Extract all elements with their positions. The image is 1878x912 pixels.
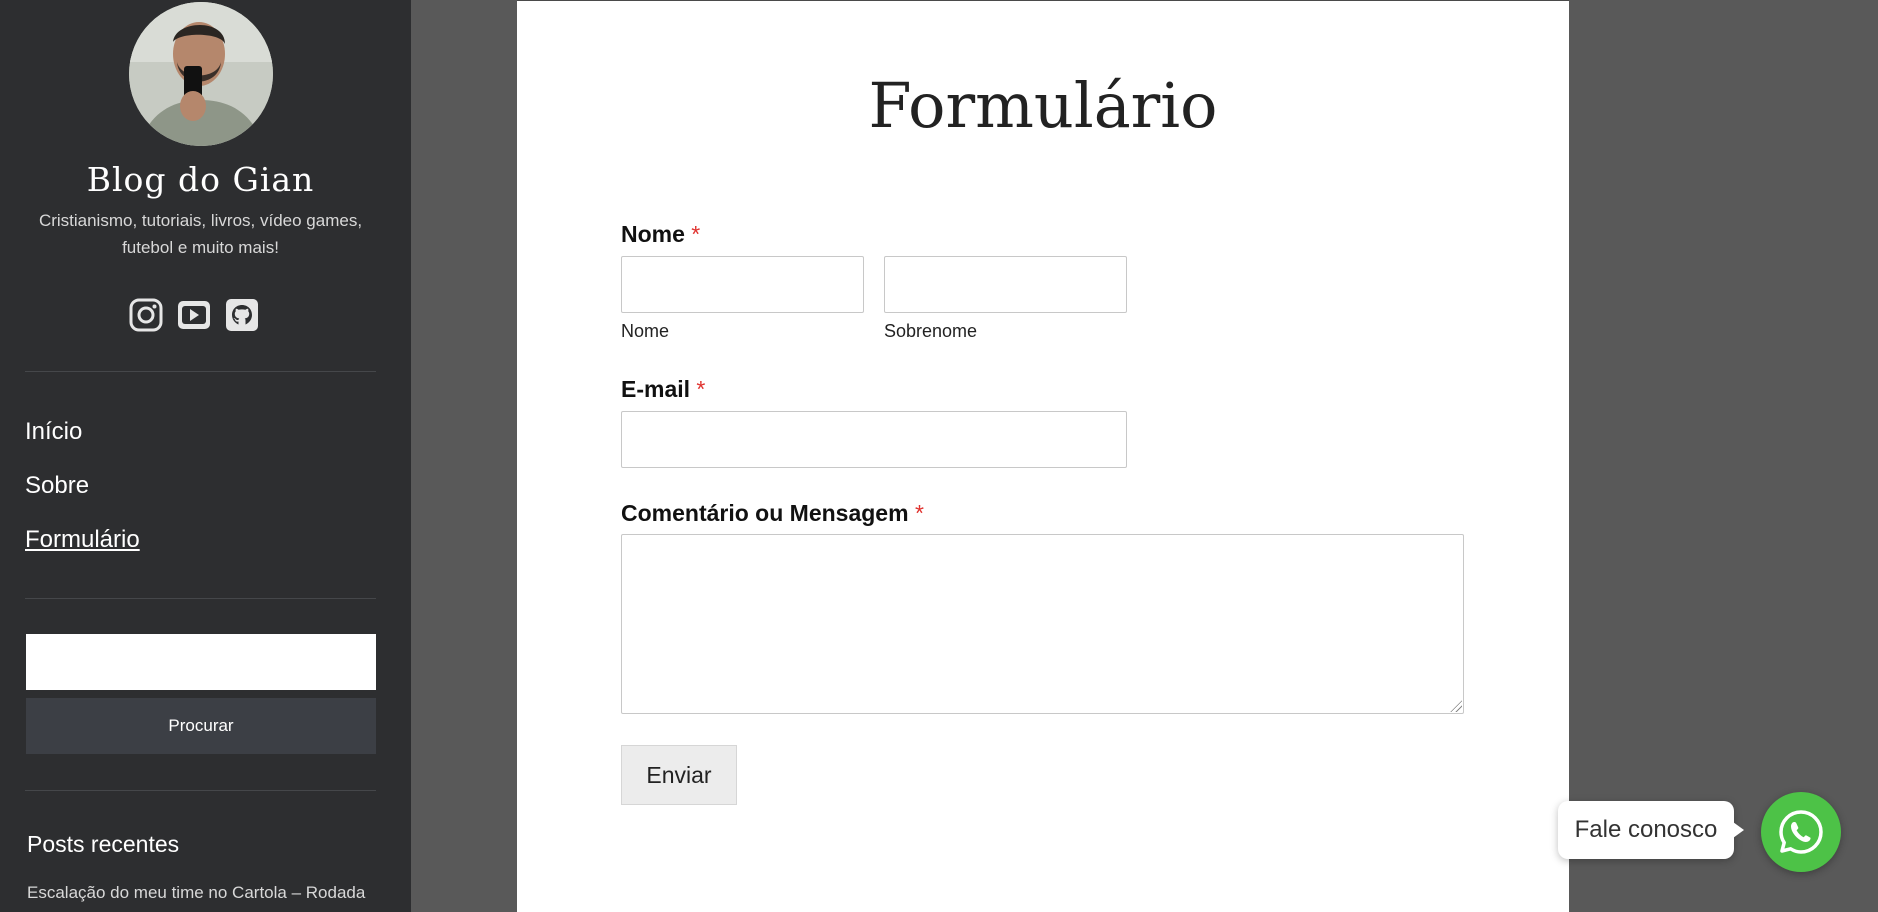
- first-name-sublabel: Nome: [621, 321, 670, 341]
- search-button[interactable]: Procurar: [26, 698, 376, 754]
- last-name-input[interactable]: [884, 256, 1127, 313]
- email-field-label: E-mail *: [621, 376, 705, 403]
- recent-post-link[interactable]: Escalação do meu time no Cartola – Rodad…: [27, 883, 365, 903]
- nav-item-label: Sobre: [25, 472, 90, 499]
- last-name-sublabel: Sobrenome: [884, 321, 978, 341]
- whatsapp-button[interactable]: [1761, 792, 1841, 872]
- message-textarea[interactable]: [621, 534, 1464, 714]
- social-links: [129, 298, 259, 332]
- instagram-icon[interactable]: [129, 298, 163, 332]
- youtube-icon[interactable]: [177, 298, 211, 332]
- site-description: Cristianismo, tutoriais, livros, vídeo g…: [38, 211, 363, 257]
- sidebar-divider: [25, 790, 376, 791]
- whatsapp-bubble-text: Fale conosco: [1574, 816, 1718, 843]
- github-icon[interactable]: [225, 298, 259, 332]
- whatsapp-bubble[interactable]: Fale conosco: [1558, 801, 1744, 859]
- message-field-label: Comentário ou Mensagem *: [621, 500, 924, 527]
- whatsapp-icon: [1779, 810, 1823, 854]
- first-name-input[interactable]: [621, 256, 864, 313]
- nav-item-inicio[interactable]: Início: [25, 418, 140, 472]
- nav-item-label: Formulário: [25, 526, 140, 553]
- nav-item-formulario[interactable]: Formulário: [25, 526, 140, 580]
- sidebar-divider: [25, 598, 376, 599]
- primary-nav: Início Sobre Formulário: [25, 418, 140, 580]
- required-marker: *: [696, 376, 706, 402]
- required-marker: *: [914, 500, 924, 526]
- nav-item-label: Início: [25, 418, 83, 445]
- site-title[interactable]: Blog do Gian: [0, 160, 401, 199]
- main-content: Formulário Nome * Nome Sobrenome E-mail …: [517, 0, 1569, 912]
- submit-button[interactable]: Enviar: [621, 745, 737, 805]
- name-label-text: Nome: [621, 221, 685, 247]
- recent-posts-title: Posts recentes: [27, 831, 180, 857]
- sidebar-divider: [25, 371, 376, 372]
- email-label-text: E-mail: [621, 376, 691, 402]
- required-marker: *: [691, 221, 701, 247]
- message-label-text: Comentário ou Mensagem: [621, 500, 909, 526]
- search-input[interactable]: [26, 634, 376, 690]
- name-field-label: Nome *: [621, 221, 700, 248]
- resize-handle[interactable]: [1450, 700, 1462, 712]
- sidebar: Blog do Gian Cristianismo, tutoriais, li…: [0, 0, 411, 912]
- email-input[interactable]: [621, 411, 1127, 468]
- nav-item-sobre[interactable]: Sobre: [25, 472, 140, 526]
- avatar[interactable]: [129, 2, 273, 146]
- avatar-photo: [129, 2, 273, 146]
- page-title: Formulário: [868, 69, 1218, 142]
